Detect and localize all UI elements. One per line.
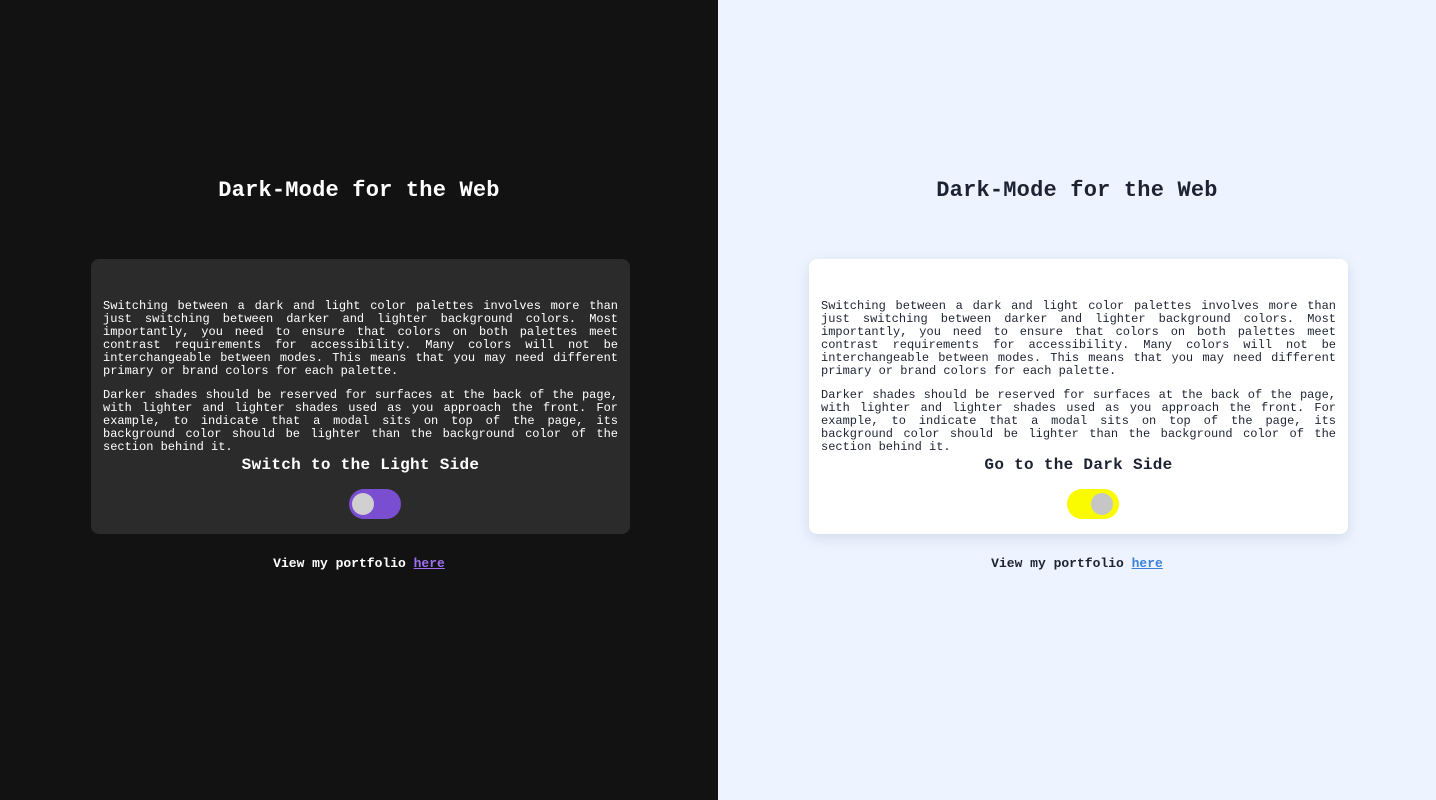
light-panel: Dark-Mode for the Web Switching between … [718, 0, 1436, 800]
page-title: Dark-Mode for the Web [218, 178, 500, 203]
page-title: Dark-Mode for the Web [936, 178, 1218, 203]
footer: View my portfolio here [0, 556, 718, 571]
footer-text: View my portfolio [991, 556, 1132, 571]
footer-text: View my portfolio [273, 556, 414, 571]
toggle-knob [352, 493, 374, 515]
theme-toggle[interactable] [1067, 489, 1119, 519]
card-paragraph: Darker shades should be reserved for sur… [103, 388, 618, 455]
toggle-heading: Switch to the Light Side [241, 456, 480, 474]
content-card: Switching between a dark and light color… [91, 259, 630, 534]
content-card: Switching between a dark and light color… [809, 259, 1348, 534]
portfolio-link[interactable]: here [414, 556, 445, 571]
card-paragraph: Switching between a dark and light color… [821, 299, 1336, 378]
footer: View my portfolio here [718, 556, 1436, 571]
dark-panel: Dark-Mode for the Web Switching between … [0, 0, 718, 800]
toggle-knob [1091, 493, 1113, 515]
portfolio-link[interactable]: here [1132, 556, 1163, 571]
theme-toggle[interactable] [349, 489, 401, 519]
toggle-heading: Go to the Dark Side [984, 456, 1173, 474]
card-paragraph: Switching between a dark and light color… [103, 299, 618, 378]
card-paragraph: Darker shades should be reserved for sur… [821, 388, 1336, 455]
